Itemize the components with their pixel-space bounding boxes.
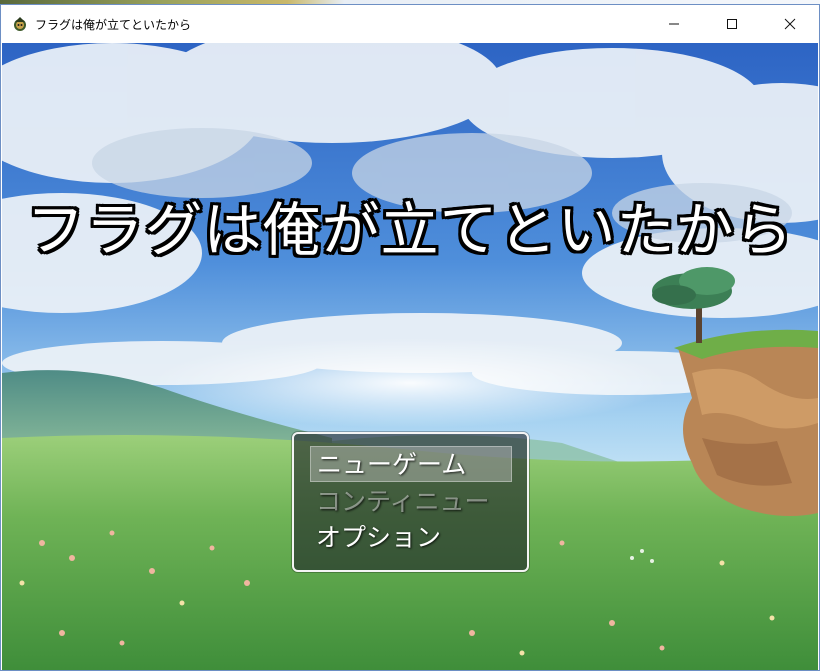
title-bar[interactable]: フラグは俺が立てといたから [1,5,819,43]
menu-item-new-game[interactable]: ニューゲーム [310,446,512,482]
menu-item-continue[interactable]: コンティニュー [310,484,512,520]
app-icon[interactable] [12,16,28,32]
close-button[interactable] [761,5,819,43]
close-icon [784,18,796,30]
minimize-icon [669,23,679,25]
maximize-icon [727,19,737,29]
window-controls [645,5,819,43]
title-background [2,43,818,670]
maximize-button[interactable] [703,5,761,43]
game-window: フラグは俺が立てといたから フラグは俺が立てといたから ニューゲーム コンティニ… [0,4,820,671]
title-menu: ニューゲーム コンティニュー オプション [292,432,529,572]
menu-item-options[interactable]: オプション [310,520,512,556]
game-title: フラグは俺が立てといたから [26,196,794,264]
minimize-button[interactable] [645,5,703,43]
window-title: フラグは俺が立てといたから [35,17,192,32]
game-canvas[interactable]: フラグは俺が立てといたから ニューゲーム コンティニュー オプション [2,43,818,670]
